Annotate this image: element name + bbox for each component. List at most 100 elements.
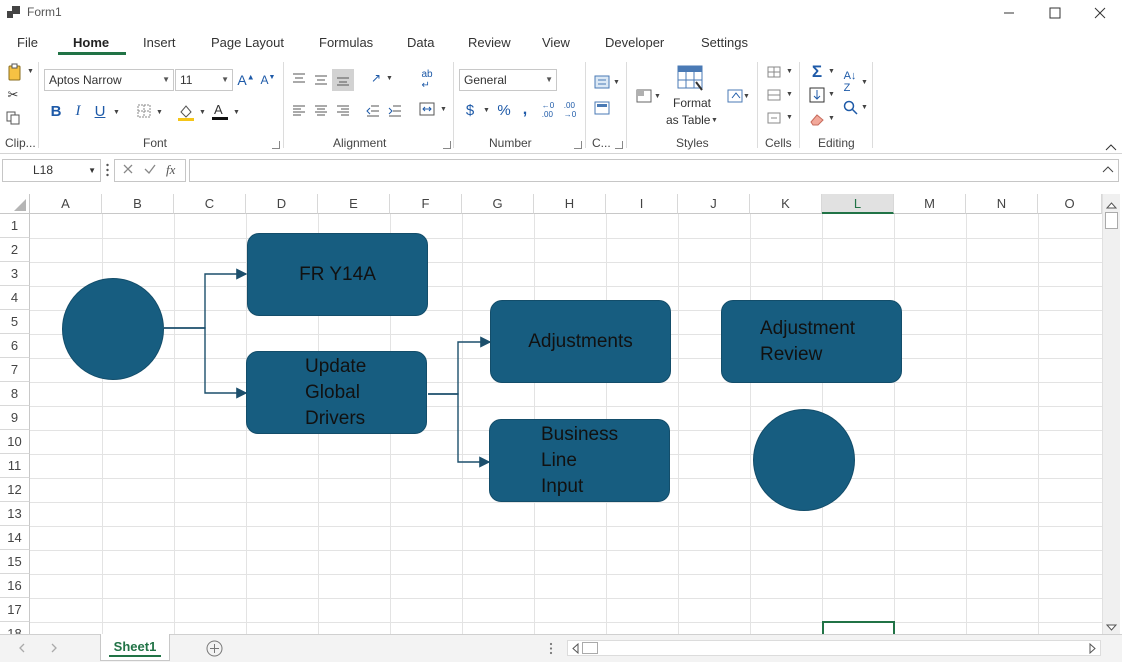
currency-button[interactable]: $ xyxy=(461,100,479,120)
paste-dropdown-icon[interactable]: ▼ xyxy=(27,68,34,75)
sheet-tab-sheet1[interactable]: Sheet1 xyxy=(100,634,170,661)
enter-formula-button[interactable] xyxy=(144,163,156,178)
vertical-scroll-thumb[interactable] xyxy=(1105,212,1118,229)
tab-review[interactable]: Review xyxy=(468,35,511,50)
cut-button[interactable]: ✂ xyxy=(4,86,22,104)
format-as-table-button[interactable] xyxy=(675,63,705,93)
orientation-button[interactable]: ↗ xyxy=(366,69,386,87)
font-dialog-launcher[interactable] xyxy=(272,141,280,149)
expand-formula-button[interactable] xyxy=(1102,163,1114,177)
italic-button[interactable]: I xyxy=(69,101,87,121)
format-cells-dropdown-icon[interactable]: ▼ xyxy=(786,114,793,121)
clear-dropdown-icon[interactable]: ▼ xyxy=(828,115,835,122)
alignment-dialog-launcher[interactable] xyxy=(443,141,451,149)
underline-button[interactable]: U xyxy=(91,101,109,121)
conditional-dropdown-icon[interactable]: ▼ xyxy=(613,79,620,86)
merge-center-button[interactable] xyxy=(417,99,437,119)
worksheet-grid[interactable]: A B C D E F G H I J K L M N O 1 2 3 4 5 … xyxy=(0,194,1122,634)
tab-settings[interactable]: Settings xyxy=(701,35,748,50)
conditional-dialog-launcher[interactable] xyxy=(615,141,623,149)
tab-developer[interactable]: Developer xyxy=(605,35,664,50)
clear-button[interactable] xyxy=(807,110,827,128)
decrease-indent-button[interactable] xyxy=(364,102,382,120)
font-color-button[interactable]: A xyxy=(210,101,230,121)
find-select-dropdown-icon[interactable]: ▼ xyxy=(861,104,868,111)
wrap-text-button[interactable]: ab ↵ xyxy=(417,69,437,91)
align-middle-button[interactable] xyxy=(312,70,330,88)
tab-formulas[interactable]: Formulas xyxy=(319,35,373,50)
decrease-font-button[interactable]: A▼ xyxy=(259,71,277,89)
tab-file[interactable]: File xyxy=(17,35,38,50)
align-bottom-button[interactable] xyxy=(332,69,354,91)
vertical-scrollbar[interactable] xyxy=(1102,194,1120,634)
maximize-button[interactable] xyxy=(1032,0,1078,26)
autosum-button[interactable]: Σ xyxy=(807,62,827,81)
shape-fr-y14a[interactable]: FR Y14A xyxy=(247,233,428,316)
delete-cells-button[interactable] xyxy=(764,87,784,103)
shape-business-line-input[interactable]: Business Line Input xyxy=(489,419,670,502)
format-as-table-dropdown-icon[interactable]: ▼ xyxy=(711,117,718,124)
percent-button[interactable]: % xyxy=(495,100,513,120)
conditional-formatting-button[interactable] xyxy=(592,72,612,92)
collapse-ribbon-button[interactable] xyxy=(1104,141,1118,153)
currency-dropdown-icon[interactable]: ▼ xyxy=(483,107,490,114)
formula-input[interactable] xyxy=(189,159,1119,182)
add-sheet-button[interactable] xyxy=(206,640,223,660)
number-format-combo[interactable]: General ▼ xyxy=(459,69,557,91)
align-center-button[interactable] xyxy=(312,102,330,120)
increase-font-button[interactable]: A▲ xyxy=(237,71,255,89)
increase-decimal-button[interactable]: ←0.00 xyxy=(538,100,558,120)
next-sheet-button[interactable] xyxy=(50,642,58,656)
horizontal-scrollbar[interactable] xyxy=(567,640,1101,656)
align-left-button[interactable] xyxy=(290,102,308,120)
shape-adjustment-review[interactable]: Adjustment Review xyxy=(721,300,902,383)
cell-format-button[interactable] xyxy=(633,86,655,106)
tab-data[interactable]: Data xyxy=(407,35,434,50)
minimize-button[interactable] xyxy=(986,0,1032,26)
fill-button[interactable] xyxy=(807,86,827,104)
borders-dropdown-icon[interactable]: ▼ xyxy=(156,109,163,116)
sort-filter-dropdown-icon[interactable]: ▼ xyxy=(861,79,868,86)
copy-button[interactable] xyxy=(4,109,22,127)
orientation-dropdown-icon[interactable]: ▼ xyxy=(386,75,393,82)
merge-dropdown-icon[interactable]: ▼ xyxy=(440,106,447,113)
horizontal-scroll-thumb[interactable] xyxy=(582,642,598,654)
end-circle-shape[interactable] xyxy=(753,409,855,511)
scroll-right-button[interactable] xyxy=(1089,642,1097,657)
start-circle-shape[interactable] xyxy=(62,278,164,380)
fill-color-dropdown-icon[interactable]: ▼ xyxy=(199,109,206,116)
paste-button[interactable] xyxy=(5,62,25,82)
cell-format-dropdown-icon[interactable]: ▼ xyxy=(654,93,661,100)
table-style-dropdown-icon[interactable]: ▼ xyxy=(743,93,750,100)
align-right-button[interactable] xyxy=(334,102,352,120)
insert-cells-button[interactable] xyxy=(764,64,784,80)
close-button[interactable] xyxy=(1077,0,1122,26)
tab-home[interactable]: Home xyxy=(73,35,109,50)
find-select-button[interactable] xyxy=(840,98,860,116)
tab-splitter[interactable] xyxy=(549,642,553,658)
tab-page-layout[interactable]: Page Layout xyxy=(211,35,284,50)
decrease-decimal-button[interactable]: .00 →0 xyxy=(560,100,580,120)
number-dialog-launcher[interactable] xyxy=(574,141,582,149)
fill-color-button[interactable] xyxy=(176,102,196,122)
format-cells-button[interactable] xyxy=(764,110,784,126)
sort-filter-button[interactable]: A↓ Z xyxy=(840,70,860,94)
font-color-dropdown-icon[interactable]: ▼ xyxy=(233,109,240,116)
formula-bar-splitter[interactable] xyxy=(106,163,109,178)
tab-view[interactable]: View xyxy=(542,35,570,50)
shape-update-global-drivers[interactable]: Update Global Drivers xyxy=(246,351,427,434)
cancel-formula-button[interactable] xyxy=(122,163,134,178)
prev-sheet-button[interactable] xyxy=(18,642,26,656)
scroll-down-button[interactable] xyxy=(1105,621,1118,635)
font-name-combo[interactable]: Aptos Narrow ▼ xyxy=(44,69,174,91)
insert-cells-dropdown-icon[interactable]: ▼ xyxy=(786,68,793,75)
underline-dropdown-icon[interactable]: ▼ xyxy=(113,109,120,116)
increase-indent-button[interactable] xyxy=(386,102,404,120)
scroll-left-button[interactable] xyxy=(571,642,579,657)
bold-button[interactable]: B xyxy=(47,101,65,121)
insert-function-button[interactable]: fx xyxy=(166,162,175,178)
shape-adjustments[interactable]: Adjustments xyxy=(490,300,671,383)
font-size-combo[interactable]: 11 ▼ xyxy=(175,69,233,91)
delete-cells-dropdown-icon[interactable]: ▼ xyxy=(786,91,793,98)
scroll-up-button[interactable] xyxy=(1105,198,1118,212)
